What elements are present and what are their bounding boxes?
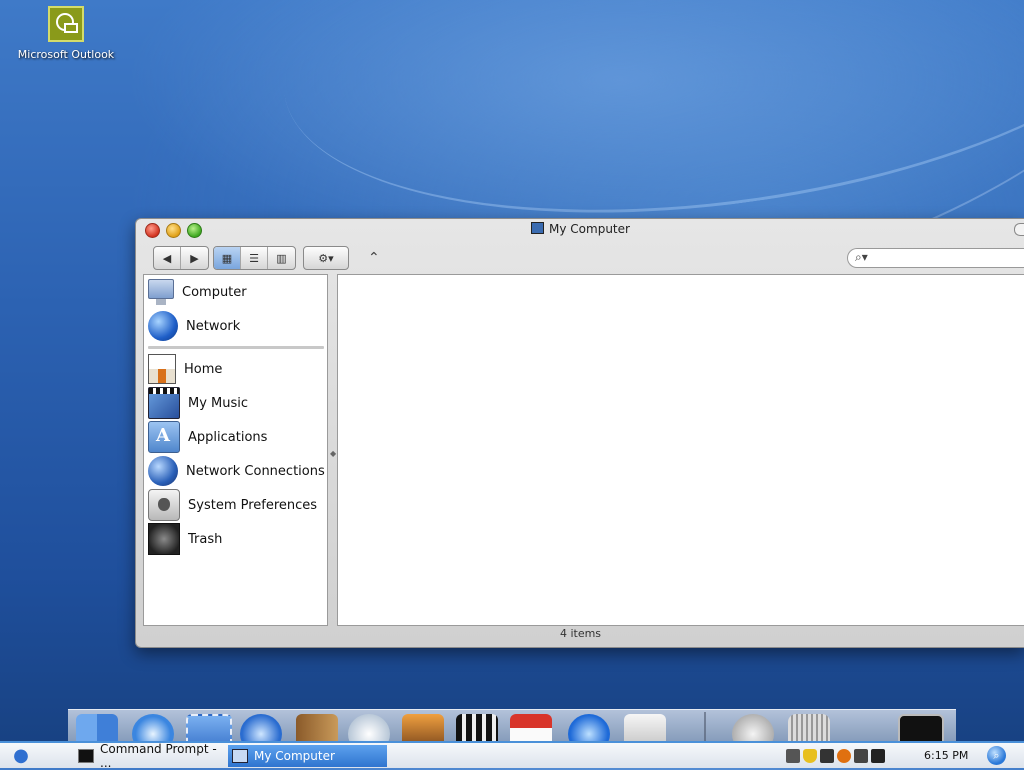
window-title: My Computer xyxy=(136,222,1024,236)
forward-button[interactable]: ▶ xyxy=(181,247,208,269)
sidebar-item-home[interactable]: Home xyxy=(144,352,327,386)
outlook-icon xyxy=(48,6,84,42)
taskbar-item-my-computer[interactable]: My Computer xyxy=(228,745,387,767)
finder-window: My Computer ◀ ▶ ▦ ☰ ▥ ⚙▾ ⌃ ⌕▾ Computer N… xyxy=(135,218,1024,648)
taskbar-item-label: My Computer xyxy=(254,749,335,763)
sidebar-item-my-music[interactable]: My Music xyxy=(144,386,327,420)
desktop-icon-microsoft-outlook[interactable]: Microsoft Outlook xyxy=(14,6,118,61)
desktop-icon-label: Microsoft Outlook xyxy=(17,48,115,61)
trash-icon xyxy=(148,523,180,555)
column-view-button[interactable]: ▥ xyxy=(268,247,295,269)
sidebar-item-label: Computer xyxy=(182,284,247,300)
list-view-icon: ☰ xyxy=(249,251,259,265)
search-input[interactable] xyxy=(872,250,1021,268)
sidebar-item-label: Applications xyxy=(188,429,268,445)
title-bar[interactable]: My Computer xyxy=(136,219,1024,241)
magnifier-icon[interactable] xyxy=(837,749,851,763)
nav-buttons: ◀ ▶ xyxy=(153,246,209,270)
sidebar-item-label: My Music xyxy=(188,395,249,411)
icon-view-button[interactable]: ▦ xyxy=(214,247,241,269)
file-browser-content[interactable] xyxy=(337,274,1024,626)
computer-icon xyxy=(531,222,545,234)
battery-icon[interactable] xyxy=(820,749,834,763)
sidebar-item-applications[interactable]: Applications xyxy=(144,420,327,454)
applications-icon xyxy=(148,421,180,453)
toolbar-toggle-button[interactable] xyxy=(1014,223,1024,236)
sidebar-item-trash[interactable]: Trash xyxy=(144,522,327,556)
icon-view-icon: ▦ xyxy=(221,251,233,265)
back-button[interactable]: ◀ xyxy=(154,247,181,269)
network-connections-icon xyxy=(148,456,178,486)
sidebar-divider xyxy=(148,346,324,349)
volume-icon[interactable] xyxy=(854,749,868,763)
sidebar-item-label: Network Connections xyxy=(186,463,325,479)
taskbar: ● Command Prompt - ... My Computer 6:15 … xyxy=(0,741,1024,770)
search-field[interactable]: ⌕▾ xyxy=(847,248,1024,268)
dock xyxy=(68,709,956,758)
sidebar-resize-handle[interactable]: ◆ xyxy=(330,449,336,458)
sidebar: Computer Network Home My Music Applicati… xyxy=(143,274,328,626)
clock[interactable]: 6:15 PM xyxy=(924,749,968,762)
command-prompt-icon xyxy=(78,749,94,763)
home-icon xyxy=(148,354,176,384)
sidebar-item-network-connections[interactable]: Network Connections xyxy=(144,454,327,488)
sidebar-item-label: Home xyxy=(184,361,223,377)
gear-icon: ⚙▾ xyxy=(318,251,334,265)
shield-icon[interactable] xyxy=(803,749,817,763)
my-computer-icon xyxy=(232,749,248,763)
sidebar-item-label: Network xyxy=(186,318,241,334)
spotlight-search-icon[interactable]: ⌕ xyxy=(987,746,1006,765)
sidebar-item-network[interactable]: Network xyxy=(144,309,327,343)
path-chevron-icon[interactable]: ⌃ xyxy=(368,250,380,266)
sidebar-item-label: System Preferences xyxy=(188,497,318,513)
toolbar: ◀ ▶ ▦ ☰ ▥ ⚙▾ ⌃ ⌕▾ xyxy=(136,241,1024,273)
dock-separator xyxy=(704,712,706,742)
display-icon[interactable] xyxy=(871,749,885,763)
sidebar-item-label: Trash xyxy=(188,531,223,547)
action-menu-button[interactable]: ⚙▾ xyxy=(303,246,349,270)
window-title-text: My Computer xyxy=(549,222,630,236)
status-bar: 4 items xyxy=(559,627,602,640)
sidebar-item-computer[interactable]: Computer xyxy=(144,275,327,309)
system-tray xyxy=(786,749,885,763)
view-buttons: ▦ ☰ ▥ xyxy=(213,246,296,270)
taskbar-item-label: Command Prompt - ... xyxy=(100,742,217,770)
system-preferences-icon xyxy=(148,489,180,521)
taskbar-item-command-prompt[interactable]: Command Prompt - ... xyxy=(74,742,226,770)
sidebar-item-system-preferences[interactable]: System Preferences xyxy=(144,488,327,522)
apple-menu-icon[interactable]: ● xyxy=(10,746,32,766)
column-view-icon: ▥ xyxy=(276,251,287,265)
list-view-button[interactable]: ☰ xyxy=(241,247,268,269)
forward-arrow-icon: ▶ xyxy=(190,251,199,265)
back-arrow-icon: ◀ xyxy=(162,251,172,265)
network-globe-icon xyxy=(148,311,178,341)
search-icon: ⌕▾ xyxy=(855,250,868,264)
music-clapper-icon xyxy=(148,387,180,419)
keyboard-icon[interactable] xyxy=(786,749,800,763)
computer-icon xyxy=(148,279,174,305)
